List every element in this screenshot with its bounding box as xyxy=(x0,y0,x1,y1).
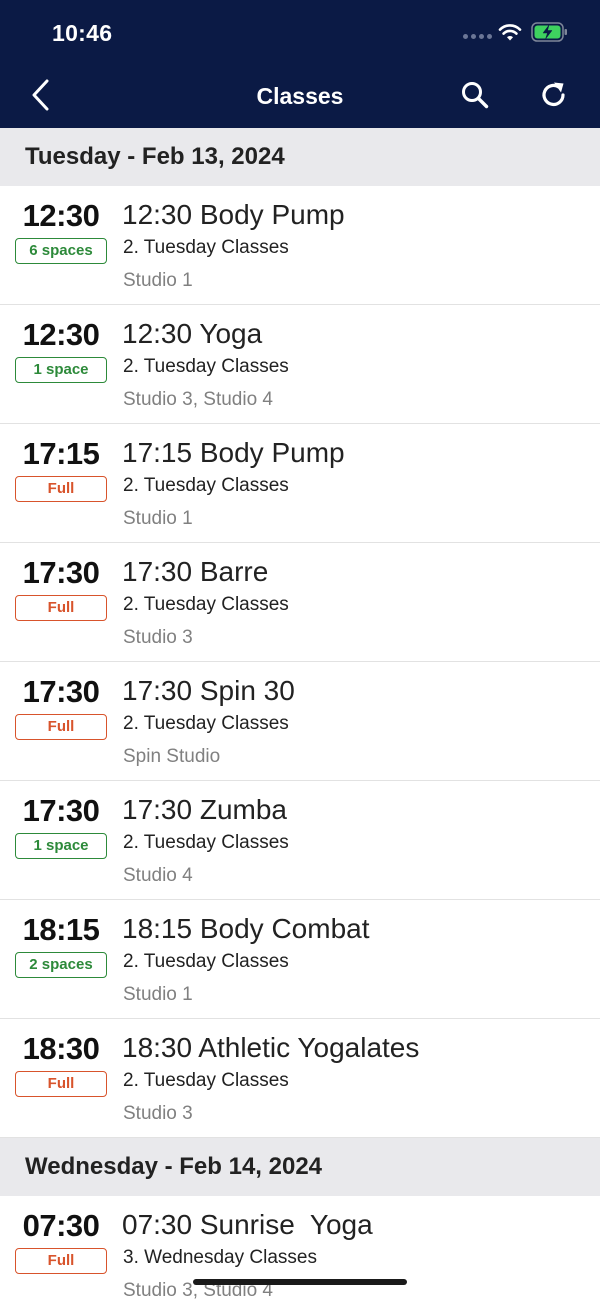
class-group: 2. Tuesday Classes xyxy=(123,237,289,258)
nav-header: 10:46 Classes xyxy=(0,0,600,128)
class-row[interactable]: 12:30 1 space 12:30 Yoga 2. Tuesday Classes… xyxy=(0,305,600,424)
class-row[interactable]: 17:15 Full 17:15 Body Pump 2. Tuesday Class… xyxy=(0,424,600,543)
class-group: 2. Tuesday Classes xyxy=(123,713,289,734)
battery-charging-icon xyxy=(531,22,567,42)
class-time: 18:15 xyxy=(22,912,100,947)
class-list: Tuesday - Feb 13, 2024 12:30 6 spaces 12:30… xyxy=(0,128,600,1299)
class-name: 17:30 Spin 30 xyxy=(122,675,295,706)
class-time: 17:30 xyxy=(22,555,100,590)
availability-badge: Full xyxy=(15,714,107,740)
cellular-signal-icon xyxy=(463,34,492,39)
class-name: 12:30 Yoga xyxy=(122,318,263,349)
wifi-icon xyxy=(498,24,522,41)
class-time: 17:15 xyxy=(22,436,100,471)
availability-badge: 1 space xyxy=(15,833,107,859)
availability-badge: Full xyxy=(15,1248,107,1274)
class-name: 17:15 Body Pump xyxy=(122,437,345,468)
class-group: 2. Tuesday Classes xyxy=(123,951,289,972)
class-time: 17:30 xyxy=(22,674,100,709)
refresh-icon[interactable] xyxy=(539,80,569,110)
class-name: 18:15 Body Combat xyxy=(122,913,370,944)
class-name: 07:30 Sunrise Yoga xyxy=(122,1209,373,1240)
class-time: 12:30 xyxy=(22,317,100,352)
class-row[interactable]: 17:30 Full 17:30 Spin 30 2. Tuesday Classes… xyxy=(0,662,600,781)
availability-badge: Full xyxy=(15,476,107,502)
home-indicator xyxy=(193,1279,407,1285)
class-group: 2. Tuesday Classes xyxy=(123,832,289,853)
class-room: Spin Studio xyxy=(123,746,221,767)
class-row[interactable]: 18:30 Full 18:30 Athletic Yogalates 2. Tues… xyxy=(0,1019,600,1138)
class-room: Studio 3 xyxy=(123,1103,193,1124)
page-title: Classes xyxy=(256,83,344,109)
class-room: Studio 3, Studio 4 xyxy=(123,389,273,410)
class-name: 12:30 Body Pump xyxy=(122,199,345,230)
class-room: Studio 1 xyxy=(123,508,193,529)
class-room: Studio 1 xyxy=(123,984,193,1005)
class-row[interactable]: 18:15 2 spaces 18:15 Body Combat 2. Tuesday… xyxy=(0,900,600,1019)
availability-badge: Full xyxy=(15,1071,107,1097)
search-icon[interactable] xyxy=(460,80,490,110)
class-group: 2. Tuesday Classes xyxy=(123,356,289,377)
section-date-header: Wednesday - Feb 14, 2024 xyxy=(0,1138,600,1196)
availability-badge: 1 space xyxy=(15,357,107,383)
status-time: 10:46 xyxy=(52,20,113,46)
availability-badge: Full xyxy=(15,595,107,621)
class-group: 2. Tuesday Classes xyxy=(123,475,289,496)
class-time: 18:30 xyxy=(22,1031,100,1066)
availability-badge: 6 spaces xyxy=(15,238,107,264)
class-room: Studio 3 xyxy=(123,627,193,648)
class-time: 12:30 xyxy=(22,198,100,233)
class-room: Studio 4 xyxy=(123,865,193,886)
class-name: 18:30 Athletic Yogalates xyxy=(122,1032,420,1063)
class-group: 3. Wednesday Classes xyxy=(123,1247,317,1268)
class-name: 17:30 Barre xyxy=(122,556,269,587)
availability-badge: 2 spaces xyxy=(15,952,107,978)
class-room: Studio 1 xyxy=(123,270,193,291)
class-group: 2. Tuesday Classes xyxy=(123,594,289,615)
class-name: 17:30 Zumba xyxy=(122,794,287,825)
class-time: 17:30 xyxy=(22,793,100,828)
class-row[interactable]: 12:30 6 spaces 12:30 Body Pump 2. Tuesday C… xyxy=(0,186,600,305)
class-row[interactable]: 17:30 Full 17:30 Barre 2. Tuesday Classes St… xyxy=(0,543,600,662)
class-group: 2. Tuesday Classes xyxy=(123,1070,289,1091)
section-date-header: Tuesday - Feb 13, 2024 xyxy=(0,128,600,186)
class-row[interactable]: 17:30 1 space 17:30 Zumba 2. Tuesday Classe… xyxy=(0,781,600,900)
class-time: 07:30 xyxy=(22,1208,100,1243)
